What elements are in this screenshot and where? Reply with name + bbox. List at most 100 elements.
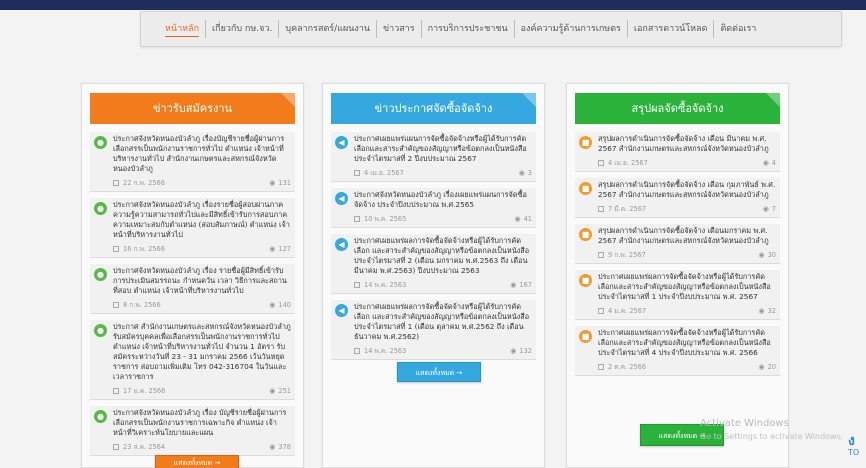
item-title-link[interactable]: ประกาศเผยแพร่ผลการจัดซื้อจัดจ้างหรือผู้ไ…	[354, 236, 532, 276]
eye-icon: ◉	[514, 214, 521, 223]
item-date-text: 14 พ.ค. 2563	[364, 281, 407, 289]
item-view-count: 167	[519, 280, 532, 289]
item-title-link[interactable]: ประกาศเผยแพร่ผลการจัดซื้อจัดจ้างหรือผู้ไ…	[598, 328, 776, 358]
item-views: ◉ 127	[269, 245, 291, 253]
item-views: ◉ 251	[269, 387, 291, 395]
show-all-button-jobs[interactable]: แสดงทั้งหมด →	[155, 455, 239, 468]
side-logo-text: TO	[848, 448, 860, 457]
calendar-icon	[113, 444, 119, 450]
calendar-icon	[598, 308, 604, 314]
list-item[interactable]: ◀ ประกาศเผยแพร่ผลการจัดซื้อจัดจ้างหรือผู้…	[331, 234, 536, 294]
list-item[interactable]: ◀ ประกาศจังหวัดหนองบัวลำภู เรื่องเผยแพร่แ…	[331, 188, 536, 228]
item-date: 4 เม.ย. 2567	[598, 157, 648, 168]
item-date: 2 ต.ค. 2566	[598, 361, 646, 372]
nav-item-contact[interactable]: ติดต่อเรา	[714, 20, 762, 38]
list-item[interactable]: ● ประกาศจังหวัดหนองบัวลำภู เรื่อง บัญชีรา…	[90, 406, 295, 456]
panel-title: ข่าวประกาศจัดซื้อจัดจ้าง	[374, 102, 493, 115]
list-item[interactable]: ■ สรุปผลการดำเนินการจัดซื้อจัดจ้าง เดือน …	[575, 178, 780, 218]
list-item[interactable]: ■ ประกาศเผยแพร่ผลการจัดซื้อจัดจ้างหรือผู้…	[575, 326, 780, 376]
item-view-count: 251	[278, 386, 291, 395]
list-item[interactable]: ● ประกาศจังหวัดหนองบัวลำภู เรื่องรายชื่อผ…	[90, 198, 295, 258]
item-title-link[interactable]: ประกาศเผยแพร่แผนการจัดซื้อจัดจ้างหรือผู้…	[354, 134, 532, 164]
item-title-link[interactable]: ประกาศจังหวัดหนองบัวลำภู เรื่องรายชื่อผู…	[113, 200, 291, 240]
item-date-text: 14 พ.ค. 2563	[364, 347, 407, 355]
item-date: 4 เม.ย. 2567	[354, 167, 404, 178]
calendar-icon	[354, 170, 360, 176]
calendar-icon	[598, 252, 604, 258]
item-title-link[interactable]: สรุปผลการดำเนินการจัดซื้อจัดจ้าง เดือน ม…	[598, 134, 776, 154]
item-views: ◉ 167	[510, 281, 532, 289]
news-list: ● ประกาศจังหวัดหนองบัวลำภู เรื่องบัญชีราย…	[90, 132, 295, 462]
item-title-link[interactable]: ประกาศเผยแพร่ผลการจัดซื้อจัดจ้างหรือผู้ไ…	[354, 302, 532, 342]
item-title-link[interactable]: ประกาศจังหวัดหนองบัวลำภู เรื่อง บัญชีราย…	[113, 408, 291, 438]
nav-item-personnel[interactable]: บุคลากรสตร์/แผนงาน	[279, 20, 377, 38]
item-views: ◉ 378	[269, 443, 291, 451]
item-view-count: 127	[278, 244, 291, 253]
calendar-icon	[113, 246, 119, 252]
item-meta: 9 ก.พ. 2567 ◉ 30	[598, 249, 776, 260]
list-item[interactable]: ◀ ประกาศเผยแพร่ผลการจัดซื้อจัดจ้างหรือผู้…	[331, 300, 536, 360]
nav-item-home[interactable]: หน้าหลัก	[159, 20, 207, 38]
item-meta: 7 มี.ค. 2567 ◉ 7	[598, 203, 776, 214]
user-icon: ●	[94, 268, 107, 281]
item-date: 23 ส.ค. 2564	[113, 441, 165, 452]
calendar-icon	[113, 302, 119, 308]
item-title-link[interactable]: ประกาศจังหวัดหนองบัวลำภู เรื่อง รายชื่อผ…	[113, 266, 291, 296]
panel-title: สรุปผลจัดซื้อจัดจ้าง	[631, 102, 724, 115]
item-views: ◉ 30	[759, 251, 777, 259]
item-date-text: 4 เม.ย. 2567	[608, 159, 648, 167]
item-title-link[interactable]: ประกาศ สำนักงานเกษตรและสหกรณ์จังหวัดหนอง…	[113, 322, 291, 382]
list-item[interactable]: ◀ ประกาศเผยแพร่แผนการจัดซื้อจัดจ้างหรือผู…	[331, 132, 536, 182]
nav-item-about[interactable]: เกี่ยวกับ กษ.จว.	[206, 20, 280, 38]
item-date: 8 ก.พ. 2566	[113, 299, 161, 310]
megaphone-icon: ◀	[335, 238, 348, 251]
item-view-count: 20	[767, 362, 776, 371]
list-item[interactable]: ■ ประกาศเผยแพร่ผลการจัดซื้อจัดจ้างหรือผู้…	[575, 270, 780, 320]
news-list: ■ สรุปผลการดำเนินการจัดซื้อจัดจ้าง เดือน …	[575, 132, 780, 382]
document-icon: ■	[579, 330, 592, 343]
list-item[interactable]: ● ประกาศจังหวัดหนองบัวลำภู เรื่อง รายชื่อ…	[90, 264, 295, 314]
news-list: ◀ ประกาศเผยแพร่แผนการจัดซื้อจัดจ้างหรือผู…	[331, 132, 536, 366]
item-title-link[interactable]: สรุปผลการดำเนินการจัดซื้อจัดจ้าง เดือน ก…	[598, 180, 776, 200]
item-views: ◉ 132	[510, 347, 532, 355]
show-all-button-procurement[interactable]: แสดงทั้งหมด →	[397, 362, 481, 382]
megaphone-icon: ◀	[335, 304, 348, 317]
list-item[interactable]: ● ประกาศ สำนักงานเกษตรและสหกรณ์จังหวัดหนอ…	[90, 320, 295, 400]
panel-job-announcements: ข่าวรับสมัครงาน ● ประกาศจังหวัดหนองบัวลำภ…	[81, 83, 304, 468]
list-item[interactable]: ■ สรุปผลการดำเนินการจัดซื้อจัดจ้าง เดือนม…	[575, 224, 780, 264]
item-title-link[interactable]: ประกาศจังหวัดหนองบัวลำภู เรื่องเผยแพร่แผ…	[354, 190, 532, 210]
item-date: 22 ก.พ. 2566	[113, 177, 165, 188]
item-title-link[interactable]: สรุปผลการดำเนินการจัดซื้อจัดจ้าง เดือนมก…	[598, 226, 776, 246]
eye-icon: ◉	[269, 442, 276, 451]
eye-icon: ◉	[269, 244, 276, 253]
nav-item-services[interactable]: การบริการประชาชน	[422, 20, 515, 38]
user-icon: ●	[94, 410, 107, 423]
item-meta: 4 เม.ย. 2567 ◉ 4	[598, 157, 776, 168]
list-item[interactable]: ● ประกาศจังหวัดหนองบัวลำภู เรื่องบัญชีราย…	[90, 132, 295, 192]
pin-corner-icon	[522, 93, 536, 107]
panel-header: ข่าวรับสมัครงาน	[90, 93, 295, 124]
item-title-link[interactable]: ประกาศจังหวัดหนองบัวลำภู เรื่องบัญชีรายช…	[113, 134, 291, 174]
item-date-text: 10 พ.ค. 2565	[364, 215, 407, 223]
eye-icon: ◉	[269, 386, 276, 395]
eye-icon: ◉	[758, 250, 765, 259]
nav-item-downloads[interactable]: เอกสารดาวน์โหลด	[628, 20, 715, 38]
nav-item-news[interactable]: ข่าวสาร	[377, 20, 422, 38]
list-item[interactable]: ■ สรุปผลการดำเนินการจัดซื้อจัดจ้าง เดือน …	[575, 132, 780, 172]
calendar-icon	[598, 206, 604, 212]
eye-icon: ◉	[762, 158, 769, 167]
eye-icon: ◉	[269, 178, 276, 187]
item-meta: 22 ก.พ. 2566 ◉ 131	[113, 177, 291, 188]
item-view-count: 7	[771, 204, 776, 213]
item-view-count: 32	[767, 306, 776, 315]
item-date-text: 16 ก.พ. 2566	[123, 245, 165, 253]
user-icon: ●	[94, 136, 107, 149]
eye-icon: ◉	[269, 300, 276, 309]
nav-item-knowledge[interactable]: องค์ความรู้ด้านการเกษตร	[515, 20, 628, 38]
item-meta: 23 ส.ค. 2564 ◉ 378	[113, 441, 291, 452]
calendar-icon	[354, 282, 360, 288]
item-date: 17 ม.ค. 2566	[113, 385, 165, 396]
item-views: ◉ 3	[519, 169, 532, 177]
eye-icon: ◉	[510, 280, 517, 289]
item-title-link[interactable]: ประกาศเผยแพร่ผลการจัดซื้อจัดจ้างหรือผู้ไ…	[598, 272, 776, 302]
